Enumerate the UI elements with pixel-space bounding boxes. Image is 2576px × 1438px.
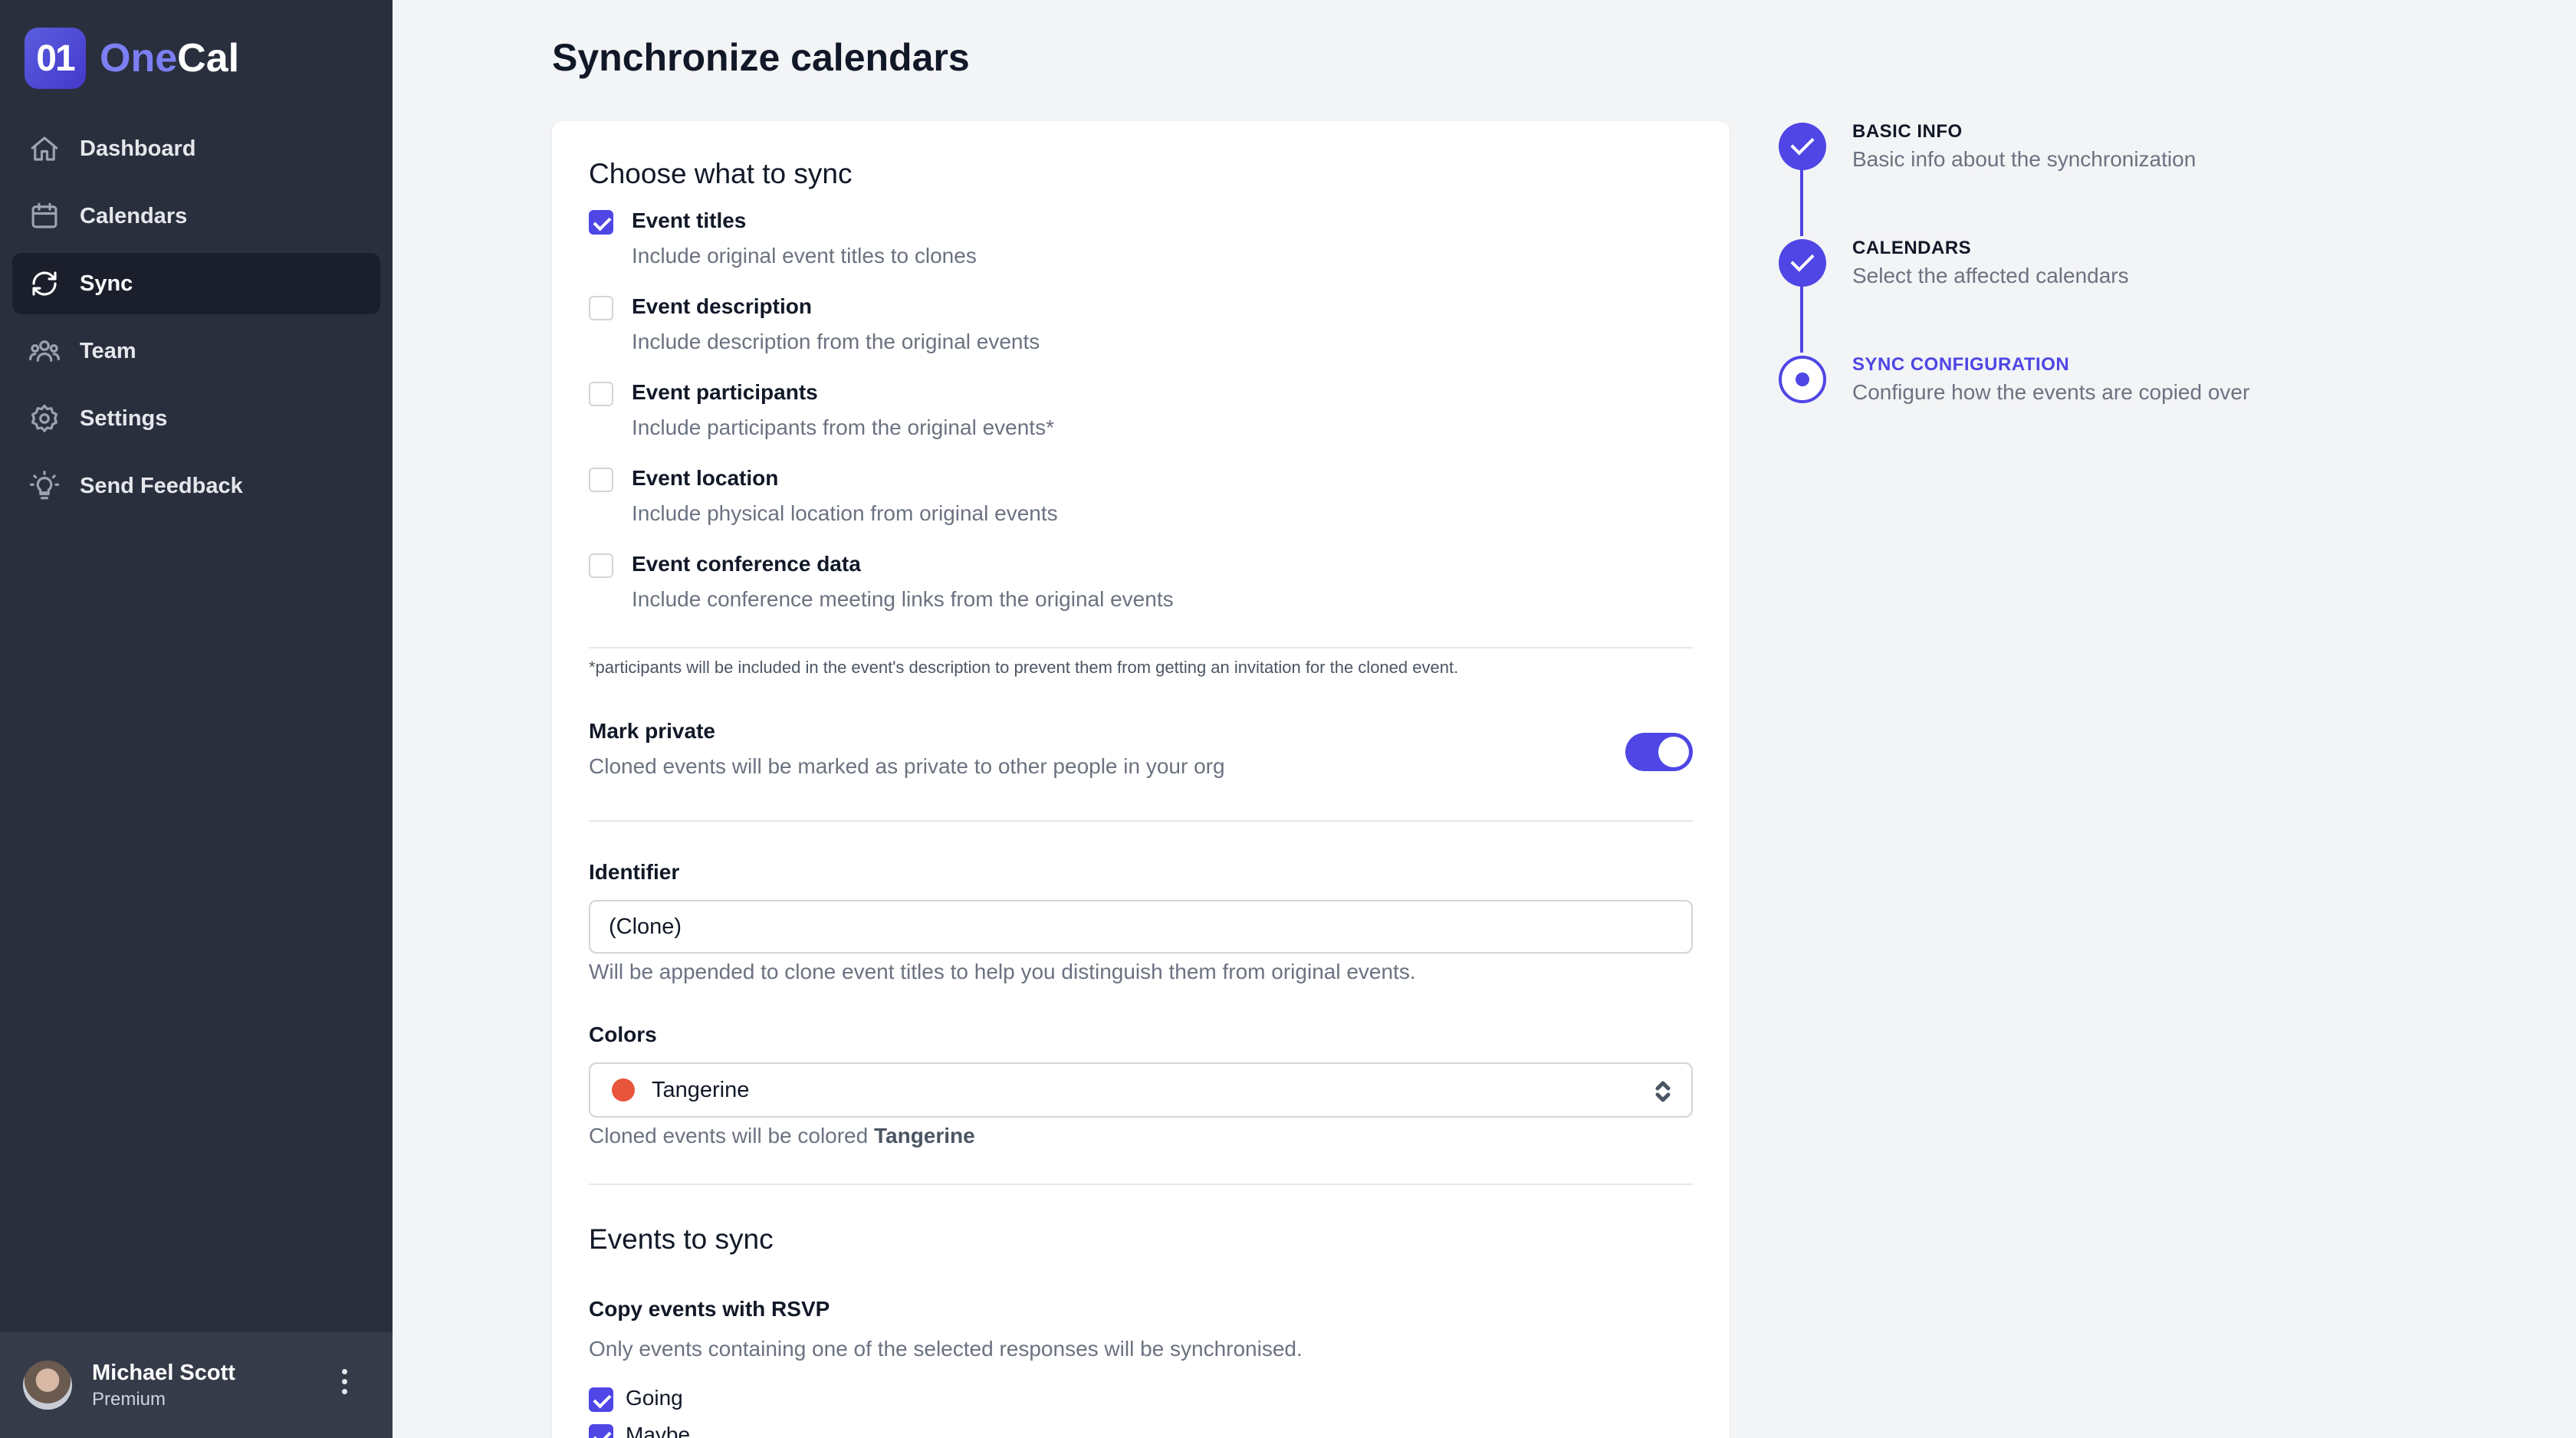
- mark-private-toggle[interactable]: [1625, 733, 1693, 771]
- option-description: Include conference meeting links from th…: [632, 587, 1174, 611]
- sidebar-item-label: Calendars: [80, 203, 188, 228]
- mark-private-label: Mark private: [589, 719, 715, 743]
- logo-mark: 01: [25, 28, 86, 89]
- gear-icon: [28, 402, 61, 435]
- current-step-icon: [1779, 356, 1826, 403]
- user-profile[interactable]: Michael Scott Premium: [0, 1332, 393, 1438]
- avatar: [23, 1361, 72, 1410]
- sidebar-item-label: Send Feedback: [80, 473, 243, 498]
- chevron-up-down-icon: [1653, 1079, 1673, 1108]
- identifier-input[interactable]: [589, 900, 1693, 954]
- option-label: Event titles: [632, 208, 747, 232]
- sidebar-item-label: Dashboard: [80, 136, 196, 161]
- step-connector: [1800, 284, 1803, 353]
- identifier-label: Identifier: [589, 860, 680, 884]
- rsvp-maybe-checkbox[interactable]: [589, 1424, 613, 1438]
- sync-icon: [28, 267, 61, 300]
- events-to-sync-title: Events to sync: [589, 1223, 774, 1255]
- step-connector: [1800, 167, 1803, 236]
- team-icon: [28, 334, 61, 368]
- colors-selected-value: Tangerine: [652, 1077, 750, 1102]
- event-titles-checkbox[interactable]: [589, 210, 613, 235]
- event-participants-checkbox[interactable]: [589, 382, 613, 406]
- logo-text: OneCal: [100, 35, 239, 81]
- step-basic-info-description: Basic info about the synchronization: [1852, 147, 2196, 171]
- participants-footnote: *participants will be included in the ev…: [589, 658, 1459, 677]
- sidebar-item-sync[interactable]: Sync: [12, 253, 380, 314]
- sidebar-item-calendars[interactable]: Calendars: [12, 185, 380, 247]
- option-description: Include participants from the original e…: [632, 415, 1054, 439]
- option-label: Event conference data: [632, 552, 861, 576]
- divider: [589, 1184, 1693, 1185]
- step-calendars-title[interactable]: CALENDARS: [1852, 238, 1971, 259]
- option-description: Include description from the original ev…: [632, 330, 1040, 353]
- step-sync-configuration-description: Configure how the events are copied over: [1852, 380, 2250, 404]
- sidebar-nav: Dashboard Calendars Sync Team Settings S…: [12, 118, 380, 523]
- identifier-help: Will be appended to clone event titles t…: [589, 960, 1416, 983]
- app-logo[interactable]: 01 OneCal: [25, 28, 239, 89]
- sidebar-item-label: Settings: [80, 405, 168, 431]
- user-info: Michael Scott Premium: [92, 1361, 235, 1410]
- colors-help: Cloned events will be colored Tangerine: [589, 1124, 975, 1148]
- toggle-knob: [1658, 737, 1689, 767]
- user-plan: Premium: [92, 1388, 166, 1410]
- option-description: Include original event titles to clones: [632, 244, 977, 268]
- event-description-checkbox[interactable]: [589, 296, 613, 320]
- sidebar-item-team[interactable]: Team: [12, 320, 380, 382]
- home-icon: [28, 132, 61, 166]
- logo-text-cal: Cal: [177, 36, 240, 80]
- divider: [589, 647, 1693, 648]
- step-sync-configuration-title[interactable]: SYNC CONFIGURATION: [1852, 354, 2069, 376]
- step-calendars-description: Select the affected calendars: [1852, 264, 2129, 287]
- sidebar-item-settings[interactable]: Settings: [12, 388, 380, 449]
- check-icon: [1779, 239, 1826, 287]
- page-title: Synchronize calendars: [552, 36, 970, 79]
- option-label: Event description: [632, 294, 812, 318]
- colors-select[interactable]: Tangerine: [589, 1062, 1693, 1118]
- sidebar-item-send-feedback[interactable]: Send Feedback: [12, 455, 380, 517]
- event-location-checkbox[interactable]: [589, 468, 613, 492]
- divider: [589, 820, 1693, 822]
- user-name: Michael Scott: [92, 1360, 235, 1385]
- colors-label: Colors: [589, 1023, 657, 1046]
- colors-help-prefix: Cloned events will be colored: [589, 1124, 869, 1147]
- rsvp-going-checkbox[interactable]: [589, 1387, 613, 1412]
- sync-configuration-card: Choose what to sync Event titles Include…: [552, 121, 1730, 1438]
- colors-help-value: Tangerine: [874, 1124, 975, 1147]
- sidebar-item-dashboard[interactable]: Dashboard: [12, 118, 380, 179]
- rsvp-label: Copy events with RSVP: [589, 1297, 830, 1321]
- check-icon: [1779, 123, 1826, 170]
- choose-what-to-sync-title: Choose what to sync: [589, 158, 853, 189]
- sidebar: 01 OneCal Dashboard Calendars Sync Team …: [0, 0, 393, 1438]
- color-swatch: [612, 1078, 635, 1101]
- step-basic-info-title[interactable]: BASIC INFO: [1852, 121, 1963, 143]
- event-conference-data-checkbox[interactable]: [589, 553, 613, 578]
- rsvp-help: Only events containing one of the select…: [589, 1337, 1303, 1361]
- calendar-icon: [28, 199, 61, 233]
- mark-private-description: Cloned events will be marked as private …: [589, 754, 1225, 778]
- option-label: Going: [626, 1386, 683, 1410]
- option-label: Event location: [632, 466, 779, 490]
- option-label: Event participants: [632, 380, 818, 404]
- sidebar-item-label: Team: [80, 338, 136, 363]
- option-label: Maybe: [626, 1423, 691, 1438]
- logo-text-one: One: [100, 36, 178, 80]
- more-vertical-icon[interactable]: [340, 1369, 348, 1394]
- sidebar-item-label: Sync: [80, 271, 133, 296]
- lightbulb-icon: [28, 469, 61, 503]
- option-description: Include physical location from original …: [632, 501, 1058, 525]
